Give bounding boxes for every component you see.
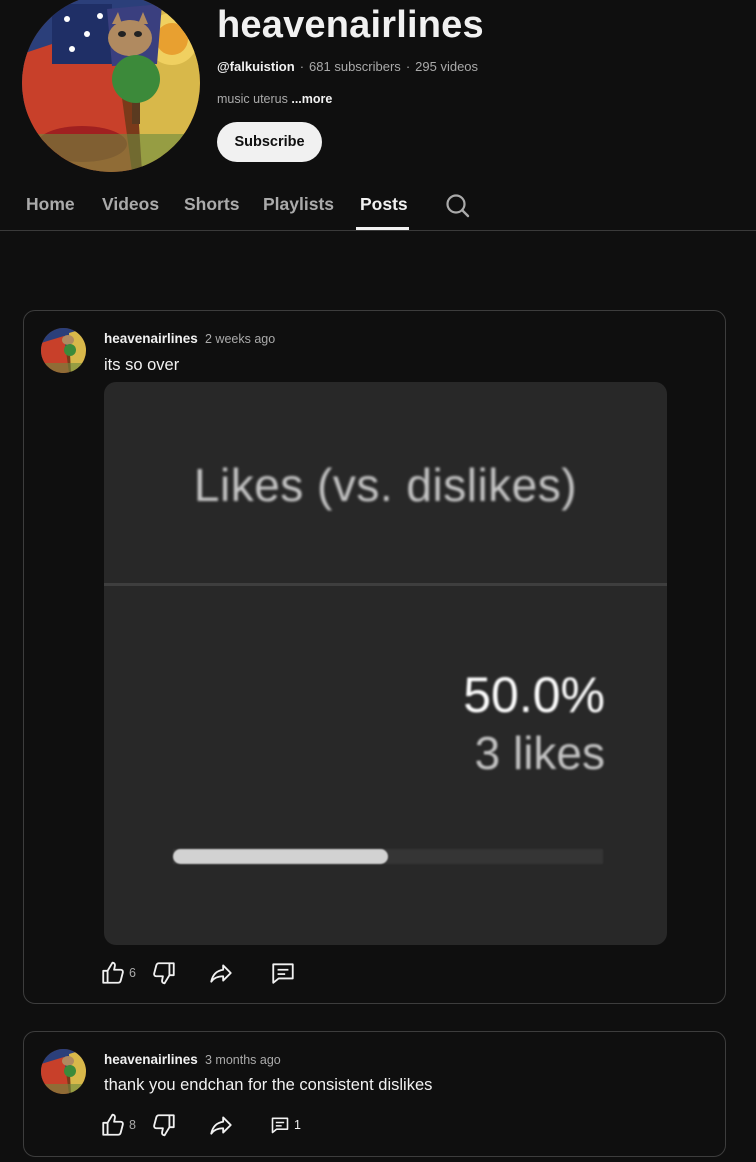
subscriber-count: 681 subscribers [309,59,401,74]
tab-playlists[interactable]: Playlists [263,194,334,215]
channel-tabs: Home Videos Shorts Playlists Posts [0,180,756,231]
tab-home[interactable]: Home [26,194,75,215]
thumbs-up-icon [100,960,126,986]
post-author[interactable]: heavenairlines [104,1052,198,1067]
post-text: its so over [104,356,180,374]
post-card: heavenairlines 3 months ago thank you en… [23,1031,726,1157]
dislike-button[interactable] [151,957,177,989]
like-count: 8 [129,1118,136,1132]
comment-button[interactable]: 1 [270,1109,301,1141]
dislike-button[interactable] [151,1109,177,1141]
image-divider [104,583,667,586]
image-percent: 50.0% [463,667,605,723]
active-tab-indicator [356,227,409,230]
like-count: 6 [129,966,136,980]
share-icon [208,1112,234,1138]
comment-icon [270,1115,290,1135]
thumbs-down-icon [151,960,177,986]
post-author[interactable]: heavenairlines [104,331,198,346]
video-count: 295 videos [415,59,479,74]
post-text: thank you endchan for the consistent dis… [104,1076,433,1094]
channel-meta: @falkuistion · 681 subscribers · 295 videos [217,59,478,74]
like-button[interactable]: 6 [100,957,136,989]
post-author-avatar[interactable] [41,328,86,373]
share-button[interactable] [208,1109,234,1141]
post-time[interactable]: 2 weeks ago [205,332,275,346]
description-text: music uterus [217,92,288,106]
post-time[interactable]: 3 months ago [205,1053,281,1067]
image-likes-count: 3 likes [474,727,605,779]
channel-handle: @falkuistion [217,59,295,74]
post-card: heavenairlines 2 weeks ago its so over L… [23,310,726,1004]
search-icon[interactable] [444,192,472,220]
tab-shorts[interactable]: Shorts [184,194,239,215]
post-author-avatar[interactable] [41,1049,86,1094]
channel-avatar[interactable] [22,0,200,172]
share-icon [208,960,234,986]
image-title: Likes (vs. dislikes) [193,459,578,511]
subscribe-button[interactable]: Subscribe [217,122,322,162]
comment-icon [270,960,296,986]
comment-count: 1 [294,1118,301,1132]
post-image[interactable]: Likes (vs. dislikes) 50.0% 3 likes [104,382,667,945]
tab-posts[interactable]: Posts [360,194,408,215]
channel-description[interactable]: music uterus ...more [217,92,332,106]
like-ratio-fill [173,849,388,864]
thumbs-up-icon [100,1112,126,1138]
thumbs-down-icon [151,1112,177,1138]
like-ratio-bar [173,849,603,864]
tab-videos[interactable]: Videos [102,194,159,215]
separator-dot: · [299,59,305,74]
share-button[interactable] [208,957,234,989]
like-button[interactable]: 8 [100,1109,136,1141]
channel-name: heavenairlines [217,4,484,46]
more-link[interactable]: ...more [291,92,332,106]
comment-button[interactable] [270,957,296,989]
separator-dot: · [405,59,411,74]
